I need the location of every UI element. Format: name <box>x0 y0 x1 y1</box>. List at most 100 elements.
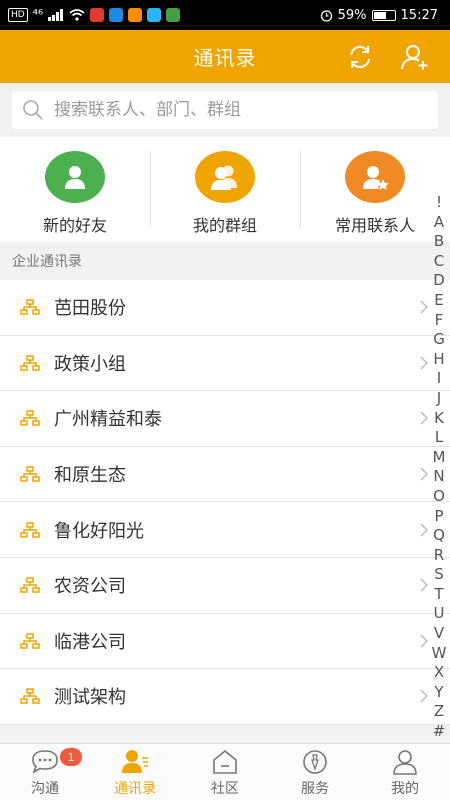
index-letter[interactable]: Y <box>434 683 443 703</box>
index-letter[interactable]: B <box>434 232 444 252</box>
tab-contacts[interactable]: 通讯录 <box>90 744 180 800</box>
alarm-icon <box>320 9 332 22</box>
clock: 15:27 <box>400 7 438 23</box>
tab-community[interactable]: 社区 <box>180 744 270 800</box>
frequent-contacts-label: 常用联系人 <box>334 216 415 235</box>
org-item-1[interactable]: 政策小组 <box>0 336 450 392</box>
index-letter[interactable]: X <box>434 663 444 683</box>
person-icon <box>65 166 85 189</box>
index-letter[interactable]: E <box>434 291 443 311</box>
org-item-label: 测试架构 <box>54 687 126 709</box>
org-item-4[interactable]: 鲁化好阳光 <box>0 502 450 558</box>
notification-app-icon <box>109 8 124 22</box>
org-item-label: 鲁化好阳光 <box>54 520 144 542</box>
my-groups-label: 我的群组 <box>192 216 257 235</box>
org-item-5[interactable]: 农资公司 <box>0 558 450 614</box>
index-letter[interactable]: T <box>434 585 443 605</box>
org-item-2[interactable]: 广州精益和泰 <box>0 391 450 447</box>
org-item-7[interactable]: 测试架构 <box>0 669 450 725</box>
org-item-label: 芭田股份 <box>54 298 126 320</box>
tab-label: 通讯录 <box>114 781 156 797</box>
chevron-right-icon <box>420 411 428 426</box>
index-letter[interactable]: F <box>435 311 444 331</box>
index-letter[interactable]: R <box>434 546 444 566</box>
tab-chat[interactable]: 1 沟通 <box>0 744 90 800</box>
org-chart-icon <box>20 577 40 594</box>
hd-indicator: HD <box>8 8 28 22</box>
index-letter[interactable]: ! <box>436 193 442 213</box>
new-friends-label: 新的好友 <box>42 216 107 235</box>
org-item-label: 农资公司 <box>54 576 126 598</box>
index-letter[interactable]: I <box>437 369 441 389</box>
org-item-3[interactable]: 和原生态 <box>0 447 450 503</box>
new-friends-icon-circle <box>45 151 105 203</box>
org-chart-icon <box>20 688 40 705</box>
tab-profile[interactable]: 我的 <box>360 744 450 800</box>
org-chart-icon <box>20 299 40 316</box>
chat-icon <box>32 750 58 774</box>
quick-actions: 新的好友 我的群组 常用联系人 <box>0 137 450 242</box>
add-contact-icon[interactable] <box>400 42 430 72</box>
org-chart-icon <box>20 355 40 371</box>
org-item-label: 政策小组 <box>54 353 126 375</box>
frequent-contacts-icon-circle <box>345 151 405 203</box>
unread-badge: 1 <box>60 748 82 766</box>
index-letter[interactable]: W <box>432 644 447 664</box>
org-chart-icon <box>20 410 40 427</box>
org-item-6[interactable]: 临港公司 <box>0 614 450 670</box>
notification-app-icon <box>128 8 143 22</box>
index-letter[interactable]: # <box>433 722 446 742</box>
tab-label: 服务 <box>301 781 329 797</box>
index-letter[interactable]: P <box>434 507 443 527</box>
org-item-label: 和原生态 <box>54 465 126 487</box>
signal-indicator: ⁴⁶ <box>32 7 44 23</box>
index-letter[interactable]: G <box>433 330 445 350</box>
org-item-0[interactable]: 芭田股份 <box>0 280 450 336</box>
org-item-label: 临港公司 <box>54 631 126 653</box>
wifi-icon <box>69 9 85 21</box>
community-icon <box>213 749 237 774</box>
notification-app-icon <box>90 8 105 22</box>
refresh-icon[interactable] <box>345 42 375 72</box>
alphabet-index[interactable]: ! A B C D E F G H I J K L M N O P Q R S … <box>428 193 450 742</box>
chevron-right-icon <box>420 300 428 314</box>
index-letter[interactable]: M <box>433 448 446 468</box>
index-letter[interactable]: Z <box>434 702 444 722</box>
notification-app-icon <box>147 8 162 22</box>
my-groups-icon-circle <box>195 151 255 203</box>
bottom-tab-bar: 1 沟通 通讯录 社区 服务 我的 <box>0 743 450 800</box>
tab-label: 沟通 <box>31 781 59 797</box>
index-letter[interactable]: C <box>434 252 444 272</box>
index-letter[interactable]: K <box>434 409 444 429</box>
index-letter[interactable]: J <box>437 389 441 409</box>
service-icon <box>303 750 327 774</box>
index-letter[interactable]: V <box>434 624 444 644</box>
status-bar: HD ⁴⁶ 59% 15:27 <box>0 0 450 30</box>
star-person-icon <box>363 166 389 190</box>
index-letter[interactable]: O <box>433 487 445 507</box>
chevron-right-icon <box>420 578 428 592</box>
index-letter[interactable]: A <box>434 213 444 233</box>
profile-icon <box>393 750 417 775</box>
new-friends-button[interactable]: 新的好友 <box>0 137 150 242</box>
search-icon <box>23 100 43 120</box>
chevron-right-icon <box>420 689 428 703</box>
index-letter[interactable]: N <box>433 467 444 487</box>
index-letter[interactable]: D <box>433 271 445 291</box>
tab-service[interactable]: 服务 <box>270 744 360 800</box>
index-letter[interactable]: Q <box>433 526 445 546</box>
app-header: 通讯录 <box>0 30 450 83</box>
index-letter[interactable]: L <box>435 428 443 448</box>
page-title: 通讯录 <box>193 46 257 70</box>
my-groups-button[interactable]: 我的群组 <box>150 137 300 242</box>
battery-icon <box>371 9 396 21</box>
search-input[interactable] <box>54 100 414 120</box>
index-letter[interactable]: H <box>433 350 444 370</box>
index-letter[interactable]: S <box>434 565 444 585</box>
section-header: 企业通讯录 <box>0 242 450 280</box>
search-box[interactable] <box>12 91 438 129</box>
contacts-icon <box>122 750 148 773</box>
org-chart-icon <box>20 633 40 649</box>
chevron-right-icon <box>420 467 428 481</box>
index-letter[interactable]: U <box>434 604 445 624</box>
